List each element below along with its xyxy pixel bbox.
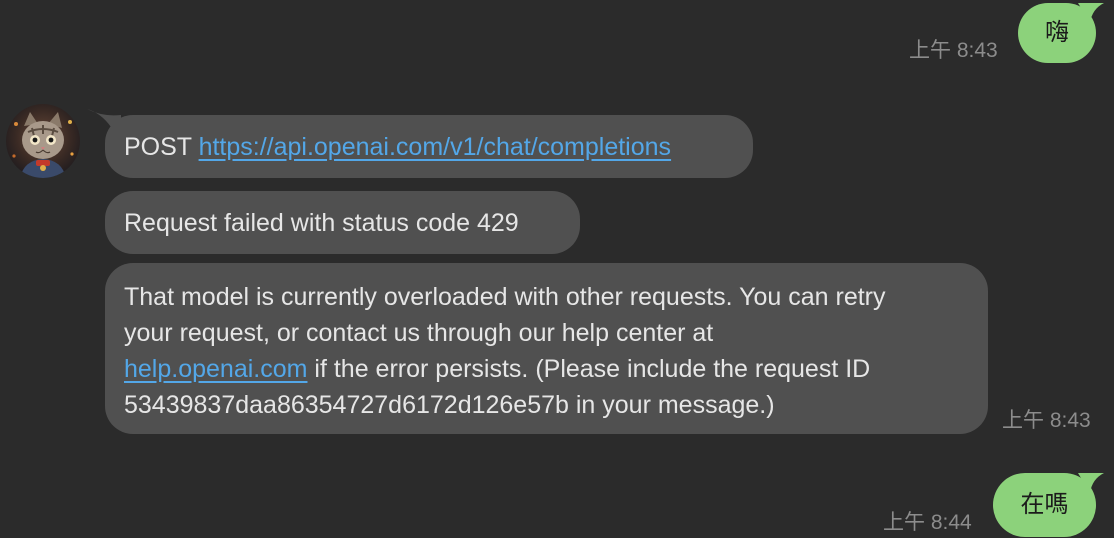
outgoing-message-text: 在嗎 <box>1020 491 1069 518</box>
bubble-tail-icon <box>1078 473 1104 493</box>
avatar[interactable] <box>6 104 80 178</box>
outgoing-message-bubble[interactable]: 在嗎 <box>993 473 1104 537</box>
error-message-line: your request, or contact us through our … <box>124 319 714 347</box>
error-message-line: That model is currently overloaded with … <box>124 283 886 311</box>
message-timestamp: 上午 8:43 <box>909 39 998 62</box>
error-message-line: 53439837daa86354727d6172d126e57b in your… <box>124 391 775 419</box>
message-timestamp: 上午 8:44 <box>883 511 972 534</box>
bubble-tail-icon <box>1078 3 1104 23</box>
help-center-link[interactable]: help.openai.com <box>124 355 307 383</box>
outgoing-message-text: 嗨 <box>1045 19 1069 46</box>
http-method-text: POST <box>124 133 199 161</box>
incoming-message-bubble[interactable]: Request failed with status code 429 <box>105 191 580 254</box>
outgoing-message-bubble[interactable]: 嗨 <box>1018 3 1104 63</box>
cat-avatar-icon <box>6 104 80 178</box>
bubble-tail-icon <box>87 109 121 133</box>
error-status-text: Request failed with status code 429 <box>124 209 519 237</box>
api-url-link[interactable]: https://api.openai.com/v1/chat/completio… <box>199 133 672 161</box>
message-timestamp: 上午 8:43 <box>1002 409 1091 432</box>
chat-window: 上午 8:43 嗨 POST https://api.openai.com/v1… <box>0 0 1114 538</box>
error-message-line: help.openai.com if the error persists. (… <box>124 351 968 387</box>
incoming-message-bubble[interactable]: That model is currently overloaded with … <box>105 263 988 434</box>
incoming-message-bubble[interactable]: POST https://api.openai.com/v1/chat/comp… <box>87 109 753 178</box>
error-message-text: if the error persists. (Please include t… <box>307 355 871 383</box>
